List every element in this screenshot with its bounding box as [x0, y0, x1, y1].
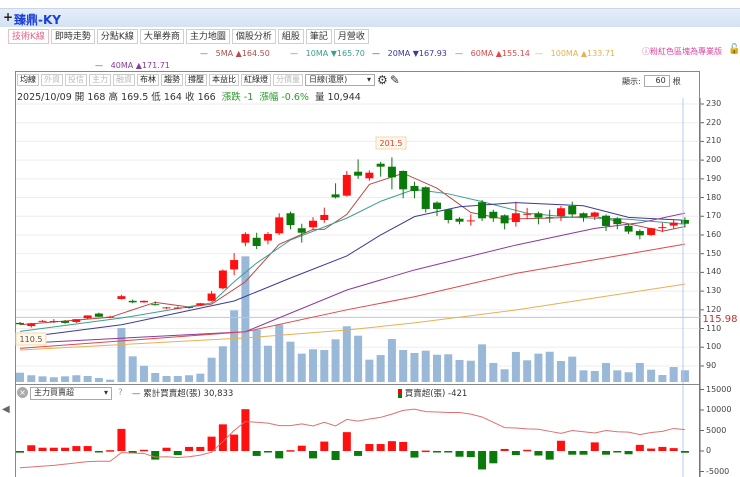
- net-buy-bar: [207, 436, 216, 451]
- net-buy-bar: [387, 441, 396, 451]
- net-buy-bar: [218, 424, 227, 451]
- net-buy-bar: [241, 409, 250, 451]
- flow-tick: 5000: [706, 425, 727, 435]
- net-buy-bar: [545, 451, 554, 460]
- net-buy-bar: [455, 451, 464, 457]
- net-buy-bar: [196, 446, 205, 451]
- net-buy-bar: [331, 451, 340, 461]
- net-buy-bar: [432, 451, 441, 453]
- net-buy-bar: [624, 451, 633, 455]
- net-buy-bar: [399, 441, 408, 451]
- net-buy-bar: [511, 451, 520, 456]
- net-buy-bar: [590, 442, 599, 451]
- net-buy-bar: [173, 451, 182, 456]
- net-buy-bar: [579, 451, 588, 455]
- net-buy-bar: [669, 448, 678, 451]
- net-buy-bar: [523, 449, 532, 452]
- net-buy-bar: [263, 451, 272, 453]
- net-buy-bar: [489, 451, 498, 464]
- net-buy-bar: [297, 445, 306, 451]
- net-buy-bar: [139, 449, 148, 452]
- flow-tick: 0: [706, 446, 712, 455]
- net-buy-bar: [365, 444, 374, 451]
- net-buy-bar: [286, 450, 295, 452]
- net-buy-bar: [354, 451, 363, 456]
- net-buy-bar: [309, 451, 318, 459]
- net-buy-bar: [275, 451, 284, 459]
- net-buy-bar: [162, 447, 171, 451]
- net-buy-bar: [421, 450, 430, 453]
- flow-chart[interactable]: [0, 0, 740, 477]
- net-buy-bar: [647, 448, 656, 451]
- net-buy-bar: [342, 432, 351, 451]
- flow-tick: 15000: [706, 384, 732, 394]
- net-buy-bar: [658, 446, 667, 451]
- net-buy-bar: [185, 446, 194, 451]
- net-buy-bar: [613, 451, 622, 453]
- net-buy-bar: [410, 451, 419, 458]
- net-buy-bar: [376, 444, 385, 451]
- net-buy-bar: [602, 451, 611, 455]
- net-buy-bar: [151, 451, 160, 460]
- net-buy-bar: [38, 447, 47, 451]
- net-buy-bar: [49, 447, 58, 451]
- net-buy-bar: [556, 440, 565, 451]
- net-buy-bar: [635, 444, 644, 451]
- net-buy-bar: [83, 446, 92, 451]
- net-buy-bar: [466, 451, 475, 458]
- net-buy-bar: [534, 451, 543, 456]
- net-buy-bar: [106, 450, 115, 452]
- net-buy-bar: [320, 441, 329, 451]
- net-buy-bar: [27, 445, 36, 451]
- net-buy-bar: [444, 451, 453, 453]
- net-buy-bar: [478, 451, 487, 470]
- net-buy-bar: [680, 451, 689, 453]
- net-buy-bar: [16, 451, 24, 453]
- net-buy-bar: [230, 434, 239, 451]
- net-buy-bar: [117, 428, 126, 451]
- net-buy-bar: [568, 451, 577, 455]
- flow-tick: -5000: [706, 466, 730, 476]
- net-buy-bar: [72, 446, 81, 451]
- net-buy-bar: [500, 448, 509, 451]
- net-buy-bar: [252, 451, 261, 456]
- net-buy-bar: [94, 451, 103, 453]
- flow-tick: 10000: [706, 405, 732, 414]
- net-buy-bar: [61, 447, 70, 451]
